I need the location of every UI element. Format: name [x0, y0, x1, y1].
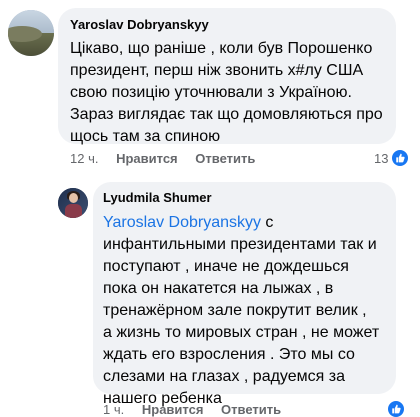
reply-button[interactable]: Ответить: [195, 151, 255, 166]
avatar-head: [69, 193, 78, 203]
comment-text-line: щось там за спиною: [70, 128, 221, 145]
reply-meta: 1 ч. Нравится Ответить: [103, 402, 281, 417]
reaction-count: 13: [374, 150, 389, 166]
reply-text-line: поступают , иначе не дождешься: [103, 258, 349, 275]
comment-meta: 12 ч. Нравится Ответить: [70, 151, 255, 166]
reply-text-line: инфантильными президентами так и: [103, 236, 377, 253]
reply-text-line: а жизнь то мировых стран , не может: [103, 324, 380, 341]
reply-text-line: ждать его взросления . Это мы со: [103, 346, 355, 363]
avatar[interactable]: [58, 188, 88, 218]
reaction-summary[interactable]: [388, 401, 404, 417]
like-icon: [388, 401, 404, 417]
mention-link[interactable]: Yaroslav Dobryanskyy: [103, 214, 261, 231]
comment-text-line: Зараз виглядає так що домовляються про: [70, 106, 383, 123]
like-button[interactable]: Нравится: [116, 151, 178, 166]
reply-text-line: пока он накатется на лыжах , в: [103, 280, 334, 297]
reaction-summary[interactable]: 13: [374, 150, 409, 166]
comment-text-line: президент, перш ніж звонить х#лу США: [70, 62, 364, 79]
avatar[interactable]: [8, 10, 54, 56]
reply-button[interactable]: Ответить: [221, 402, 281, 417]
like-button[interactable]: Нравится: [142, 402, 204, 417]
like-icon: [392, 150, 409, 166]
reply-text-line: тренажёрном зале покрутит велик ,: [103, 302, 367, 319]
reply-text-fragment: с: [260, 214, 274, 231]
comment-author[interactable]: Yaroslav Dobryanskyy: [70, 17, 209, 32]
avatar-body: [65, 204, 82, 218]
comment-text-line: свою позицію уточнювали з Україною.: [70, 84, 352, 101]
reply-text-line: слезами на глазах , радуемся за: [103, 368, 345, 385]
reply-timestamp[interactable]: 1 ч.: [103, 402, 124, 417]
reply-author[interactable]: Lyudmila Shumer: [103, 190, 212, 205]
comment-text-line: Цікаво, що раніше , коли був Порошенко: [70, 40, 373, 57]
comment-timestamp[interactable]: 12 ч.: [70, 151, 98, 166]
comment-text: Цікаво, що раніше , коли був Порошенко п…: [70, 38, 390, 148]
reply-text-line: Yaroslav Dobryanskyy с: [103, 212, 391, 234]
reply-text: Yaroslav Dobryanskyy с инфантильными пре…: [103, 212, 391, 410]
